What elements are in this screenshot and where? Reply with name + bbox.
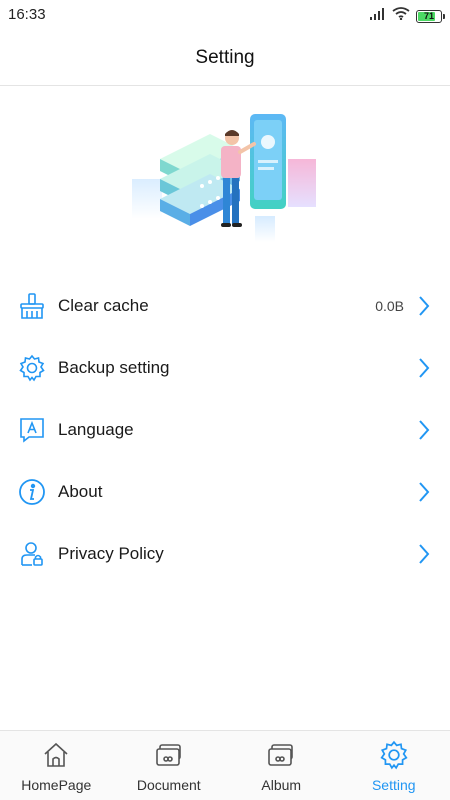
home-icon (40, 739, 72, 771)
backup-setting-label: Backup setting (58, 358, 170, 377)
clear-cache-item[interactable]: Clear cache 0.0B (0, 275, 450, 337)
page-title: Setting (195, 46, 255, 68)
header: Setting (0, 30, 450, 86)
info-icon (18, 478, 46, 506)
chevron-right-icon (416, 543, 432, 565)
album-icon (265, 739, 297, 771)
status-time: 16:33 (8, 6, 46, 23)
gear-icon (378, 739, 410, 771)
tab-label-album: Album (261, 777, 302, 793)
chevron-right-icon (416, 481, 432, 503)
document-icon (153, 739, 185, 771)
cache-size-value: 0.0B (375, 298, 404, 314)
status-bar: 16:33 71 (0, 0, 450, 30)
language-item[interactable]: Language (0, 399, 450, 461)
bottom-tab-bar: HomePage Document Album Setting (0, 730, 450, 800)
backup-setting-item[interactable]: Backup setting (0, 337, 450, 399)
tab-label-document: Document (136, 777, 201, 793)
tab-document[interactable]: Document (113, 731, 226, 800)
settings-menu: Clear cache 0.0B Backup setting Language (0, 275, 450, 585)
tab-label-setting: Setting (371, 777, 416, 793)
privacy-user-lock-icon (18, 540, 46, 568)
about-label: About (58, 482, 103, 501)
gear-icon (18, 354, 46, 382)
tab-setting[interactable]: Setting (338, 731, 450, 800)
privacy-policy-label: Privacy Policy (58, 544, 164, 563)
chevron-right-icon (416, 357, 432, 379)
tab-album[interactable]: Album (225, 731, 338, 800)
signal-icon (370, 7, 386, 25)
language-label: Language (58, 420, 134, 439)
about-item[interactable]: About (0, 461, 450, 523)
tab-homepage[interactable]: HomePage (0, 731, 113, 800)
hero-illustration (120, 104, 330, 254)
battery-level: 71 (423, 11, 434, 21)
broom-icon (18, 292, 46, 320)
status-icons: 71 (370, 7, 445, 25)
chevron-right-icon (416, 419, 432, 441)
tab-label-homepage: HomePage (21, 777, 92, 793)
clear-cache-label: Clear cache (58, 296, 149, 315)
privacy-policy-item[interactable]: Privacy Policy (0, 523, 450, 585)
battery-icon: 71 (416, 9, 445, 23)
wifi-icon (392, 7, 410, 25)
language-icon (18, 416, 46, 444)
chevron-right-icon (416, 295, 432, 317)
